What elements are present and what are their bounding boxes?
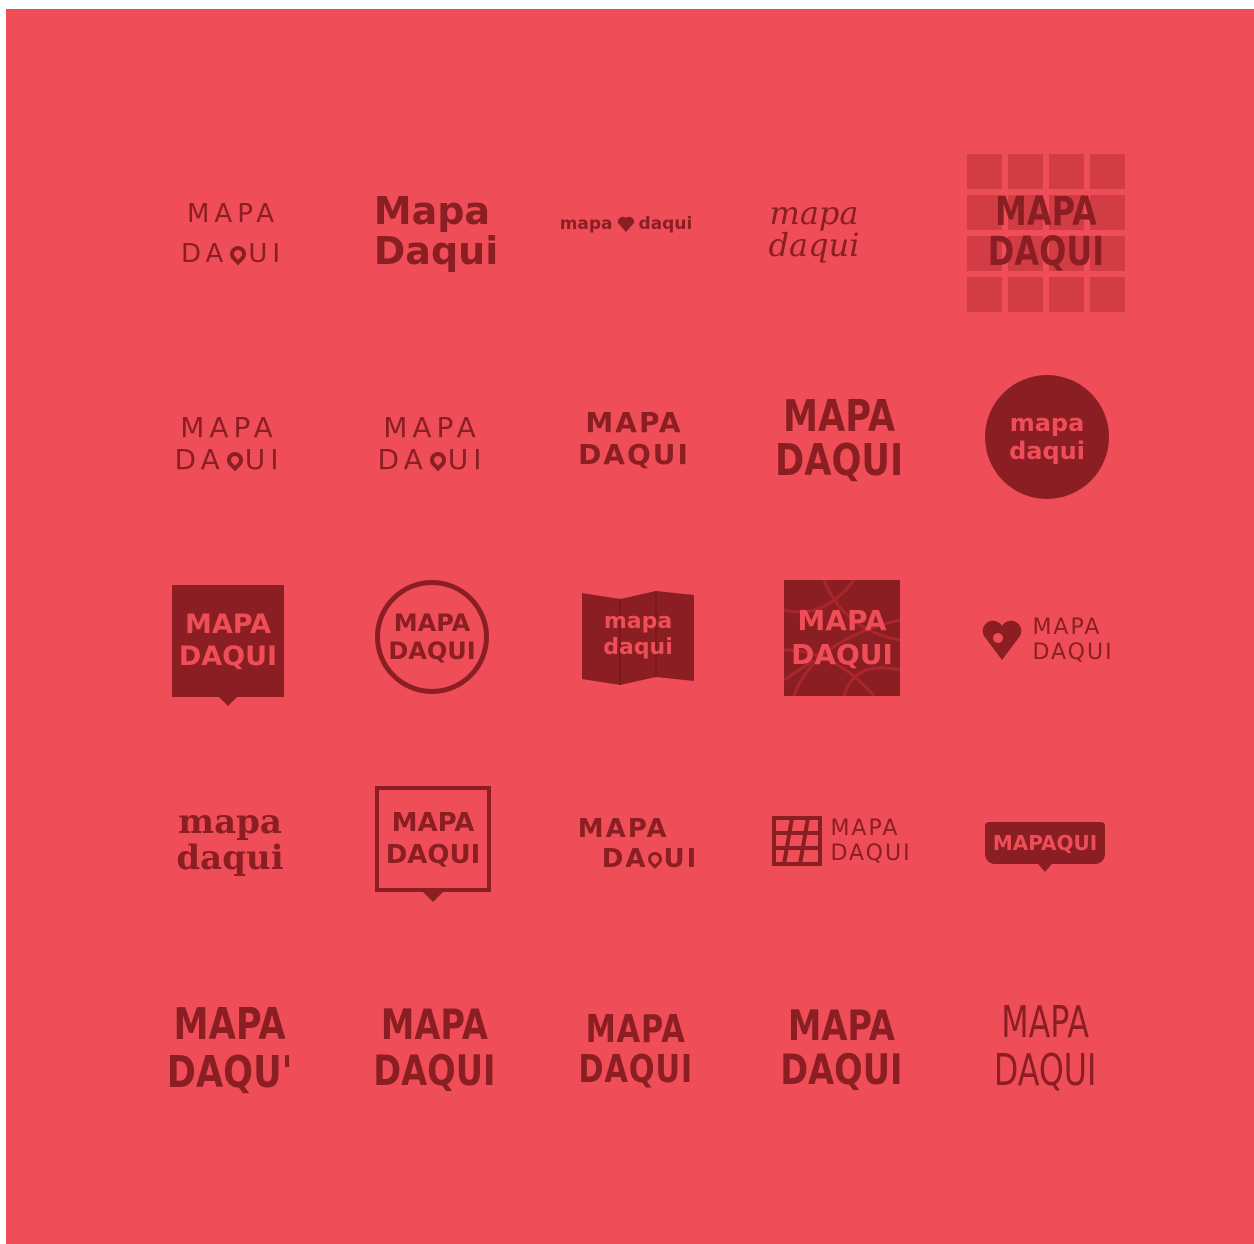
logo-24-line2: DAQUI bbox=[779, 1045, 903, 1094]
logo-11-line2: DAQUI bbox=[178, 641, 278, 672]
logo-23-line1: MAPA bbox=[585, 1007, 686, 1051]
logo-19-line2: DAQUI bbox=[830, 841, 912, 866]
logo-15-line1: MAPA bbox=[1032, 615, 1102, 640]
logo-06-line1: MAPA bbox=[180, 411, 278, 444]
logo-21-line2: DAQU' bbox=[167, 1047, 293, 1098]
logo-21: MAPA DAQU' bbox=[130, 964, 330, 1134]
logo-22-line2: DAQUI bbox=[372, 1046, 496, 1095]
map-pin-icon bbox=[223, 448, 247, 472]
logo-05: MAPA DAQUI bbox=[946, 148, 1146, 318]
logo-25: MAPA DAQUI bbox=[945, 962, 1145, 1132]
logo-01-line3: UI bbox=[248, 239, 286, 269]
logo-23: MAPA DAQUI bbox=[536, 964, 736, 1134]
logo-sheet: MAPA DA UI Mapa Daqui mapa daqui mapa da… bbox=[6, 9, 1254, 1244]
logo-18-line2: DA bbox=[601, 844, 648, 874]
logo-08-line2: DAQUI bbox=[578, 438, 690, 471]
logo-05-line1: MAPA bbox=[995, 189, 1097, 235]
logo-13-line2: daqui bbox=[603, 635, 673, 660]
heart-pin-icon bbox=[983, 620, 1022, 660]
logo-09-line2: DAQUI bbox=[774, 435, 904, 486]
logo-24-line1: MAPA bbox=[787, 1001, 895, 1050]
logo-14: MAPA DAQUI bbox=[742, 553, 942, 723]
logo-07-line3: UI bbox=[447, 443, 487, 476]
logo-02: Mapa Daqui bbox=[336, 146, 536, 316]
logo-07: MAPA DA UI bbox=[332, 359, 532, 529]
logo-11-line1: MAPA bbox=[185, 609, 271, 640]
logo-01-line2: DA bbox=[180, 239, 229, 269]
logo-01-line1: MAPA bbox=[186, 199, 280, 229]
logo-08: MAPA DAQUI bbox=[534, 354, 734, 524]
logo-01: MAPA DA UI bbox=[133, 149, 333, 319]
logo-17-line2: DAQUI bbox=[385, 840, 481, 870]
logo-10: mapa daqui bbox=[947, 352, 1147, 522]
logo-15: MAPA DAQUI bbox=[948, 555, 1148, 725]
logo-19: MAPA DAQUI bbox=[742, 756, 942, 926]
logo-25-line2: DAQUI bbox=[993, 1045, 1097, 1096]
logo-06-line2: DA bbox=[174, 443, 225, 476]
logo-07-line1: MAPA bbox=[383, 411, 481, 444]
logo-16-line2: daqui bbox=[176, 838, 284, 878]
speech-tail-icon bbox=[1038, 864, 1052, 872]
logo-09: MAPA DAQUI bbox=[739, 354, 939, 524]
logo-21-line1: MAPA bbox=[173, 999, 287, 1050]
logo-03-line2: daqui bbox=[638, 214, 693, 234]
banner-badge: MAPAQUI bbox=[985, 822, 1105, 864]
map-pin-icon bbox=[227, 242, 250, 266]
speech-tail-icon bbox=[218, 696, 238, 706]
logo-12-line2: DAQUI bbox=[388, 637, 476, 665]
logo-20: MAPAQUI bbox=[945, 758, 1145, 928]
logo-14-line2: DAQUI bbox=[791, 638, 893, 671]
logo-12-line1: MAPA bbox=[393, 609, 471, 637]
heart-pin-icon bbox=[617, 216, 634, 232]
map-pin-icon bbox=[645, 849, 666, 869]
logo-04-line1: mapa bbox=[769, 194, 859, 232]
logo-12: MAPA DAQUI bbox=[332, 552, 532, 722]
logo-22-line1: MAPA bbox=[380, 1000, 488, 1049]
speech-box: MAPA DAQUI bbox=[172, 585, 284, 697]
logo-15-line2: DAQUI bbox=[1032, 640, 1114, 665]
logo-18: MAPA DA UI bbox=[538, 759, 738, 929]
logo-18-line1: MAPA bbox=[577, 814, 669, 844]
logo-04: mapa daqui bbox=[714, 144, 914, 314]
logo-18-line3: UI bbox=[663, 844, 699, 874]
logo-08-line1: MAPA bbox=[585, 406, 683, 439]
logo-10-line1: mapa bbox=[1009, 409, 1085, 437]
logo-02-line1: Mapa bbox=[373, 189, 491, 233]
logo-16: mapa daqui bbox=[130, 755, 330, 925]
logo-07-line2: DA bbox=[377, 443, 428, 476]
logo-04-line2: daqui bbox=[768, 226, 860, 264]
speech-frame: MAPA DAQUI bbox=[375, 786, 491, 892]
logo-13-line1: mapa bbox=[603, 609, 673, 634]
logo-02-line2: Daqui bbox=[373, 229, 499, 273]
logo-09-line1: MAPA bbox=[782, 391, 896, 442]
logo-03-line1: mapa bbox=[559, 214, 613, 234]
circle-badge: mapa daqui bbox=[985, 375, 1109, 499]
logo-11: MAPA DAQUI bbox=[128, 556, 328, 726]
logo-19-line1: MAPA bbox=[830, 816, 900, 841]
logo-03: mapa daqui bbox=[526, 139, 726, 309]
map-pin-icon bbox=[426, 448, 450, 472]
logo-17: MAPA DAQUI bbox=[333, 754, 533, 924]
speech-tail-icon bbox=[423, 892, 443, 902]
ring-badge: MAPA DAQUI bbox=[375, 580, 489, 694]
logo-16-line1: mapa bbox=[178, 802, 282, 842]
logo-24: MAPA DAQUI bbox=[741, 963, 941, 1133]
logo-06-line3: UI bbox=[244, 443, 284, 476]
logo-23-line2: DAQUI bbox=[578, 1047, 694, 1091]
logo-17-line1: MAPA bbox=[391, 808, 475, 838]
logo-05-line2: DAQUI bbox=[987, 229, 1105, 275]
logo-25-line1: MAPA bbox=[1001, 997, 1089, 1048]
logo-06: MAPA DA UI bbox=[129, 359, 329, 529]
logo-13: mapa daqui bbox=[538, 552, 738, 722]
logo-10-line2: daqui bbox=[1009, 437, 1085, 465]
logo-22: MAPA DAQUI bbox=[334, 963, 534, 1133]
logo-20-line1: MAPAQUI bbox=[992, 831, 1098, 855]
logo-14-line1: MAPA bbox=[797, 604, 887, 637]
grid-hash-icon bbox=[772, 816, 823, 866]
